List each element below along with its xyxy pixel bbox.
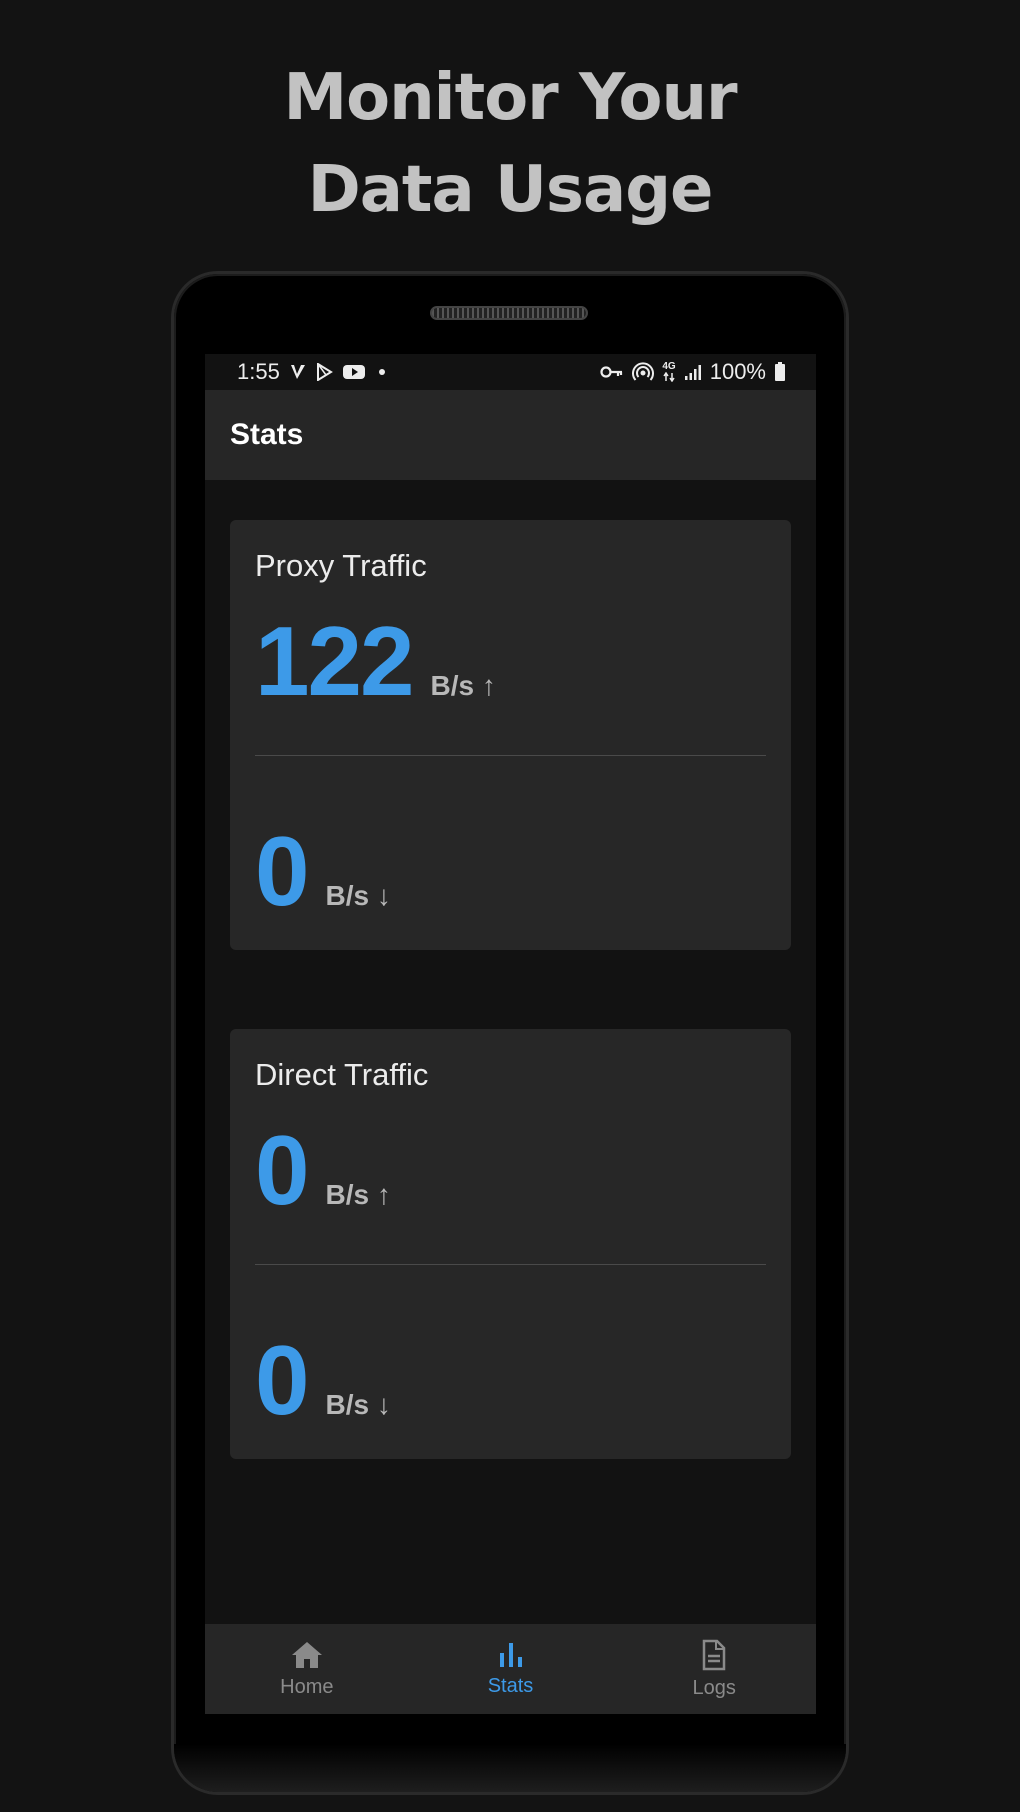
promo-headline: Monitor Your Data Usage	[0, 52, 1020, 236]
network-4g-icon: 4G	[662, 361, 676, 382]
bottom-navigation: Home Stats Logs	[205, 1624, 816, 1714]
direct-divider	[255, 1264, 766, 1265]
document-icon	[701, 1639, 727, 1671]
nav-stats-label: Stats	[487, 1674, 534, 1697]
direct-traffic-card: Direct Traffic 0 B/s ↑ 0 B/s ↓	[230, 1029, 791, 1459]
proxy-download-rate: 0 B/s ↓	[255, 822, 391, 920]
proxy-traffic-title: Proxy Traffic	[255, 548, 427, 583]
bar-chart-icon	[496, 1641, 526, 1669]
direct-upload-value: 0	[255, 1115, 309, 1225]
notification-dot-icon	[375, 365, 389, 379]
proxy-upload-unit: B/s ↑	[430, 670, 496, 701]
hotspot-icon	[632, 362, 655, 382]
app-bar: Stats	[205, 390, 816, 480]
vpn-key-icon	[600, 364, 624, 380]
home-icon	[290, 1640, 324, 1670]
promo-line-1: Monitor Your	[283, 61, 737, 135]
nav-home-label: Home	[280, 1675, 334, 1698]
nav-logs-label: Logs	[692, 1676, 736, 1699]
direct-download-unit: B/s ↓	[325, 1389, 391, 1420]
nav-logs[interactable]: Logs	[612, 1624, 816, 1714]
network-label: 4G	[662, 361, 676, 372]
direct-upload-unit: B/s ↑	[325, 1179, 391, 1210]
promo-line-2: Data Usage	[307, 153, 714, 227]
proxy-download-value: 0	[255, 816, 309, 926]
vpn-v-icon	[289, 363, 307, 381]
proxy-upload-rate: 122 B/s ↑	[255, 612, 496, 710]
signal-icon	[684, 363, 702, 381]
play-store-icon	[316, 363, 333, 381]
page-title: Stats	[230, 418, 304, 451]
direct-upload-rate: 0 B/s ↑	[255, 1121, 391, 1219]
phone-chin	[174, 1744, 846, 1792]
proxy-divider	[255, 755, 766, 756]
app-screen: 1:55 4G 100% Stats Proxy Traffic 122 B/s…	[205, 354, 816, 1714]
direct-download-value: 0	[255, 1325, 309, 1435]
status-bar: 1:55 4G 100%	[205, 354, 816, 390]
battery-icon	[774, 362, 786, 382]
proxy-upload-value: 122	[255, 606, 415, 716]
direct-traffic-title: Direct Traffic	[255, 1057, 429, 1092]
direct-download-rate: 0 B/s ↓	[255, 1331, 391, 1429]
youtube-icon	[342, 363, 366, 381]
proxy-traffic-card: Proxy Traffic 122 B/s ↑ 0 B/s ↓	[230, 520, 791, 950]
battery-percent: 100%	[709, 359, 766, 384]
status-time: 1:55	[237, 359, 280, 384]
proxy-download-unit: B/s ↓	[325, 880, 391, 911]
nav-stats[interactable]: Stats	[409, 1624, 613, 1714]
speaker-grille	[430, 306, 588, 320]
nav-home[interactable]: Home	[205, 1624, 409, 1714]
